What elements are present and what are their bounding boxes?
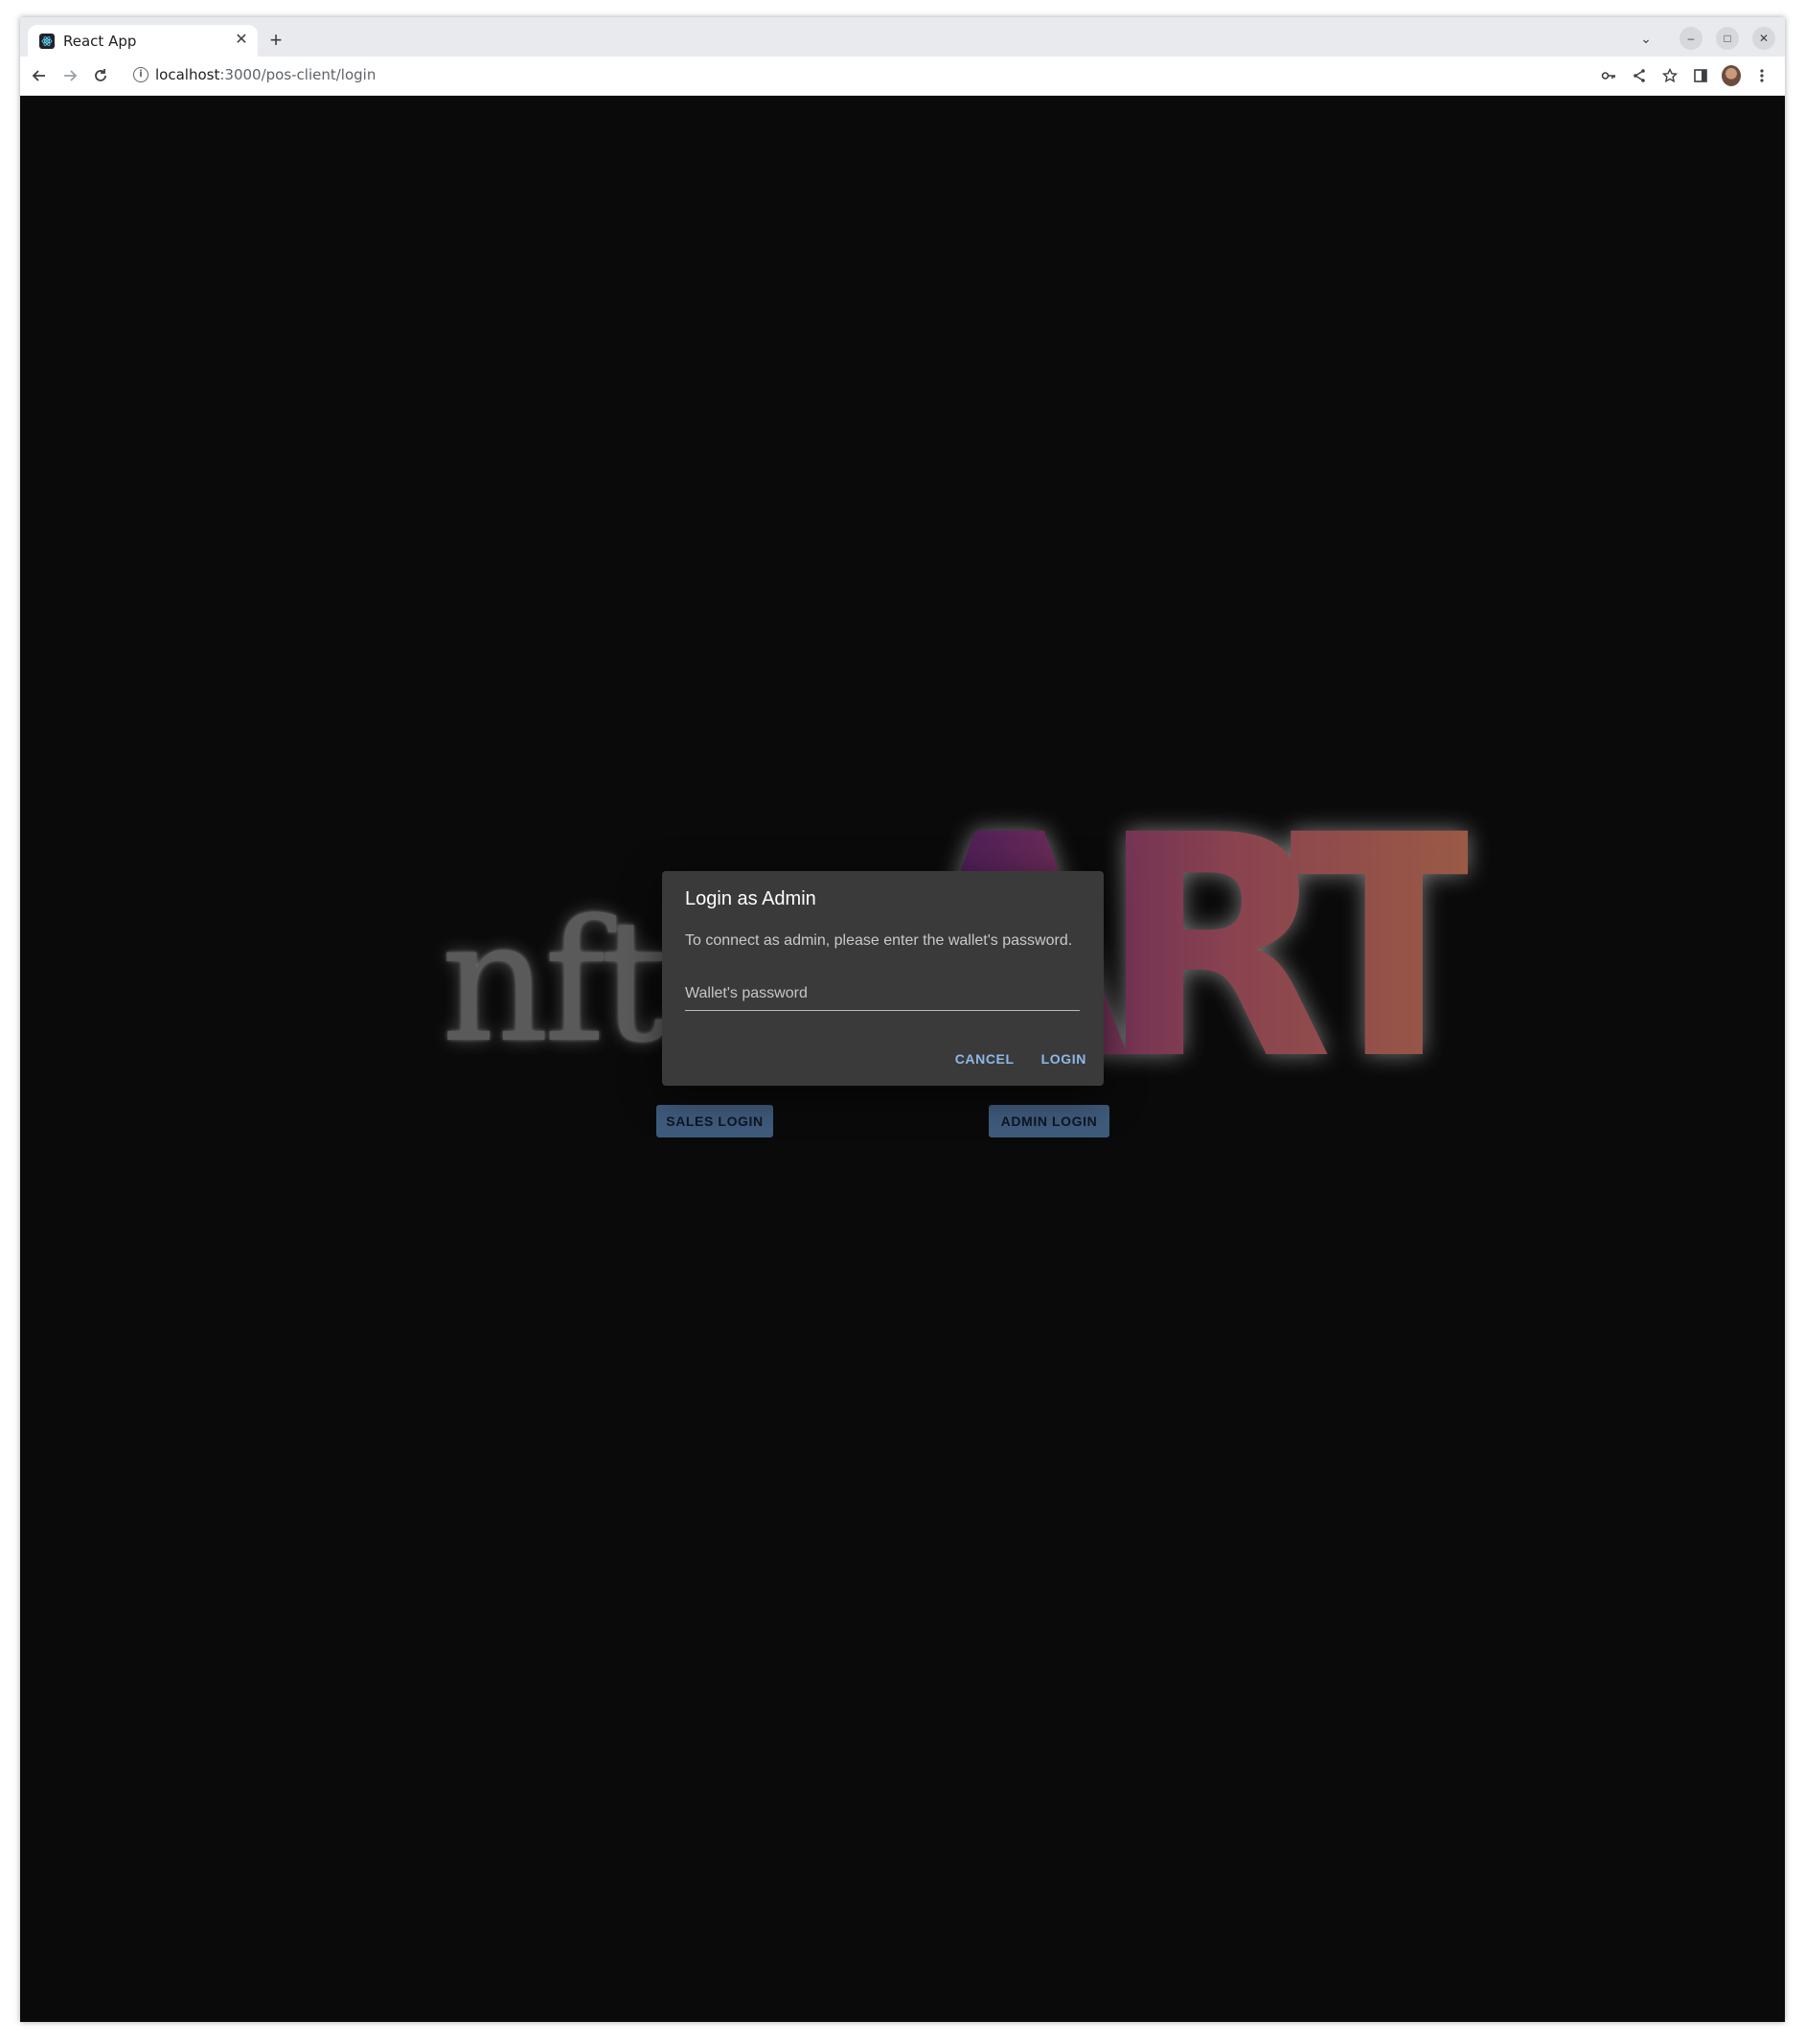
bookmark-star-icon[interactable] bbox=[1660, 64, 1679, 87]
close-window-icon[interactable]: ✕ bbox=[1752, 27, 1775, 50]
window-controls: ⌄ – □ ✕ bbox=[1635, 27, 1775, 50]
sales-login-button[interactable]: SALES LOGIN bbox=[656, 1105, 773, 1137]
close-tab-icon[interactable]: ✕ bbox=[233, 32, 250, 49]
share-icon[interactable] bbox=[1630, 64, 1649, 87]
logo-nft-text: nft bbox=[441, 884, 668, 1080]
forward-arrow-icon[interactable] bbox=[58, 64, 81, 87]
back-arrow-icon[interactable] bbox=[28, 64, 51, 87]
url-text: localhost:3000/pos-client/login bbox=[155, 66, 377, 83]
toolbar-actions bbox=[1599, 64, 1771, 87]
minimize-icon[interactable]: – bbox=[1679, 27, 1702, 50]
react-favicon-icon bbox=[39, 34, 55, 49]
wallet-password-field bbox=[685, 976, 1080, 1011]
more-menu-icon[interactable] bbox=[1752, 64, 1771, 87]
dialog-message: To connect as admin, please enter the wa… bbox=[685, 932, 1073, 949]
browser-tab[interactable]: React App ✕ bbox=[28, 25, 258, 57]
cancel-button[interactable]: CANCEL bbox=[955, 1047, 1015, 1070]
side-panel-icon[interactable] bbox=[1691, 64, 1710, 87]
login-button[interactable]: LOGIN bbox=[1041, 1047, 1086, 1070]
dialog-title: Login as Admin bbox=[685, 888, 816, 909]
tab-strip: React App ✕ + ⌄ – □ ✕ bbox=[20, 17, 1785, 57]
password-key-icon[interactable] bbox=[1599, 64, 1618, 87]
tab-search-chevron-icon[interactable]: ⌄ bbox=[1635, 31, 1656, 47]
profile-avatar[interactable] bbox=[1722, 64, 1741, 87]
new-tab-icon[interactable]: + bbox=[265, 30, 286, 52]
tab-title: React App bbox=[63, 33, 137, 50]
admin-login-dialog: Login as Admin To connect as admin, plea… bbox=[662, 871, 1104, 1086]
address-bar[interactable]: i localhost:3000/pos-client/login bbox=[133, 64, 995, 87]
browser-toolbar: i localhost:3000/pos-client/login bbox=[20, 57, 1785, 96]
dialog-actions: CANCEL LOGIN bbox=[955, 1047, 1086, 1070]
wallet-password-input[interactable] bbox=[685, 976, 1080, 1010]
reload-icon[interactable] bbox=[89, 64, 112, 87]
admin-login-button[interactable]: ADMIN LOGIN bbox=[989, 1105, 1109, 1137]
site-info-icon[interactable]: i bbox=[133, 67, 149, 82]
maximize-icon[interactable]: □ bbox=[1716, 27, 1739, 50]
